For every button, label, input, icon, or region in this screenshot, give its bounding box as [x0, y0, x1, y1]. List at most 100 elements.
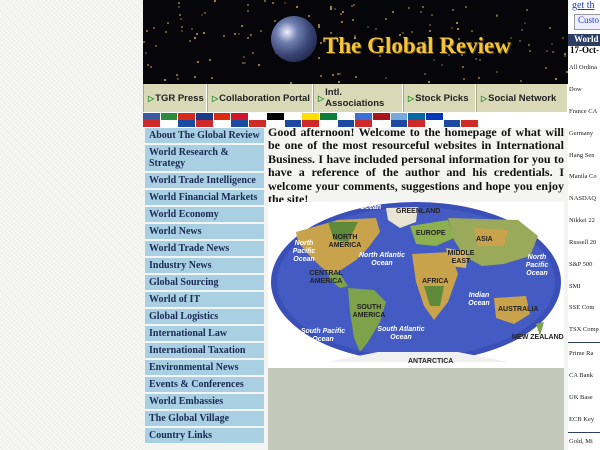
star-decoration [367, 26, 370, 29]
map-label: North Atlantic Ocean [358, 252, 406, 267]
star-decoration [561, 37, 564, 40]
star-decoration [550, 43, 553, 46]
star-decoration [153, 27, 156, 30]
star-decoration [457, 28, 459, 31]
star-decoration [352, 19, 355, 22]
country-flag-icon[interactable] [160, 113, 179, 127]
star-decoration [337, 81, 340, 84]
star-decoration [385, 76, 388, 79]
map-label: GREENLAND [396, 208, 441, 215]
market-index-label: ECB Key [569, 416, 595, 423]
sidebar-menu-item[interactable]: International Law [145, 326, 264, 343]
star-decoration [242, 56, 245, 59]
sidebar-menu-item[interactable]: World Trade News [145, 241, 264, 258]
map-label: EUROPE [416, 230, 446, 237]
sidebar-menu-item[interactable]: World Economy [145, 207, 264, 224]
star-decoration [177, 1, 180, 4]
star-decoration [318, 57, 321, 60]
star-decoration [440, 64, 443, 67]
country-flag-icon[interactable] [196, 113, 214, 127]
star-decoration [320, 75, 323, 78]
market-index-label: Hang Sen [569, 152, 595, 159]
star-decoration [251, 51, 254, 54]
map-label: ANTARCTICA [408, 358, 454, 365]
sidebar-menu-item[interactable]: International Taxation [145, 343, 264, 360]
sidebar-menu-item[interactable]: Industry News [145, 258, 264, 275]
customize-button[interactable]: Custo [574, 14, 600, 30]
section-divider [568, 342, 600, 343]
arrow-right-icon: ▷ [408, 93, 415, 103]
star-decoration [463, 77, 466, 80]
sidebar-menu-item[interactable]: Environmental News [145, 360, 264, 377]
top-nav: ▷ TGR Press ▷ Collaboration Portal ▷ Int… [143, 84, 568, 112]
star-decoration [355, 76, 357, 79]
country-flag-icon[interactable] [143, 113, 161, 127]
map-label: South Pacific Ocean [300, 328, 346, 343]
country-flag-icon[interactable] [178, 113, 197, 127]
star-decoration [525, 8, 528, 11]
map-label: Arctic Ocean [482, 204, 526, 211]
sidebar-menu-item[interactable]: Events & Conferences [145, 377, 264, 394]
star-decoration [331, 74, 334, 77]
sidebar-menu-item[interactable]: World Trade Intelligence [145, 173, 264, 190]
country-flag-icon[interactable] [231, 113, 250, 127]
star-decoration [318, 26, 321, 29]
nav-collaboration-portal[interactable]: ▷ Collaboration Portal [207, 84, 313, 112]
arrow-right-icon: ▷ [212, 93, 219, 103]
welcome-message: Good afternoon! Welcome to the homepage … [268, 125, 564, 207]
market-index-label: SSE Com [569, 304, 595, 311]
star-decoration [563, 55, 566, 58]
star-decoration [428, 23, 431, 26]
map-label: SOUTH AMERICA [352, 304, 386, 319]
sidebar-menu-item[interactable]: Global Sourcing [145, 275, 264, 292]
sidebar-menu-item[interactable]: The Global Village [145, 411, 264, 428]
map-label: NORTH AMERICA [328, 234, 362, 249]
map-label: CENTRAL AMERICA [309, 270, 343, 285]
content-footer-area [268, 368, 564, 450]
sidebar-menu-item[interactable]: Global Logistics [145, 309, 264, 326]
star-decoration [340, 21, 343, 24]
sidebar-menu-item[interactable]: World Research & Strategy [145, 145, 264, 173]
star-decoration [330, 7, 333, 10]
nav-social-network[interactable]: ▷ Social Network [476, 84, 568, 112]
star-decoration [352, 4, 355, 7]
sidebar-menu-item[interactable]: World Embassies [145, 394, 264, 411]
star-decoration [195, 32, 198, 35]
nav-stock-picks[interactable]: ▷ Stock Picks [403, 84, 476, 112]
sidebar-menu-item[interactable]: World of IT [145, 292, 264, 309]
star-decoration [523, 22, 526, 25]
sidebar-menu-item[interactable]: World News [145, 224, 264, 241]
star-decoration [308, 15, 311, 18]
star-decoration [319, 41, 322, 44]
site-title: The Global Review [323, 33, 511, 58]
star-decoration [384, 18, 387, 21]
globe-logo-icon [271, 16, 317, 62]
star-decoration [456, 22, 459, 25]
star-decoration [167, 21, 170, 24]
star-decoration [471, 29, 474, 32]
nav-intl-associations[interactable]: ▷ Intl. Associations [313, 84, 403, 112]
star-decoration [432, 59, 435, 62]
arrow-right-icon: ▷ [148, 93, 155, 103]
star-decoration [518, 39, 521, 42]
nav-label: Social Network [488, 92, 557, 104]
sidebar-menu-item[interactable]: World Financial Markets [145, 190, 264, 207]
star-decoration [143, 40, 146, 43]
get-quote-link[interactable]: get th [572, 0, 595, 11]
country-flag-icon[interactable] [249, 113, 267, 127]
nav-label: Intl. Associations [325, 87, 385, 109]
star-decoration [246, 4, 249, 7]
nav-tgr-press[interactable]: ▷ TGR Press [143, 84, 207, 112]
page-background [0, 0, 143, 450]
map-label: AFRICA [422, 278, 449, 285]
country-flag-icon[interactable] [213, 113, 232, 127]
star-decoration [464, 5, 467, 8]
sidebar-menu-item[interactable]: About The Global Review [145, 128, 264, 145]
star-decoration [546, 50, 549, 53]
sidebar-menu-item[interactable]: Country Links [145, 428, 264, 445]
star-decoration [427, 80, 430, 83]
star-decoration [190, 27, 193, 30]
star-decoration [204, 12, 207, 15]
star-decoration [247, 10, 250, 13]
star-decoration [428, 30, 431, 33]
